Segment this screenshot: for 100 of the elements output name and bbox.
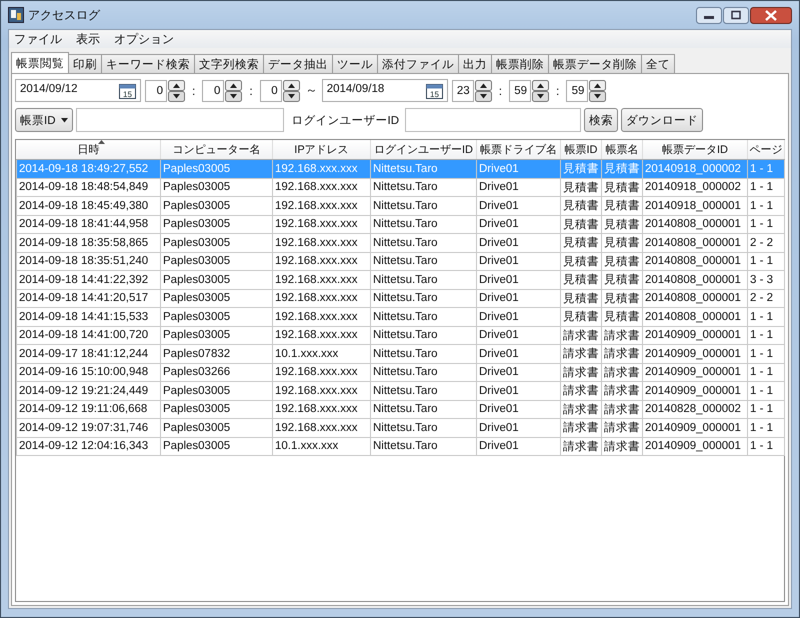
table-row[interactable]: 2014-09-18 18:41:44,958 Paples03005 192.168.xxx.xxx Nittetsu.Taro Drive01 見積書 見積書 20140808_000001 1 - 1	[16, 215, 784, 234]
table-cell: Drive01	[476, 178, 560, 196]
spinner-icon[interactable]	[168, 80, 185, 102]
column-header[interactable]: ログインユーザーID	[370, 140, 476, 160]
table-cell: Drive01	[476, 363, 560, 382]
tab[interactable]: 帳票データ削除	[548, 54, 642, 73]
table-row[interactable]: 2014-09-18 18:35:58,865 Paples03005 192.168.xxx.xxx Nittetsu.Taro Drive01 見積書 見積書 20140808_000001 2 - 2	[16, 234, 784, 252]
table-row[interactable]: 2014-09-18 14:41:20,517 Paples03005 192.168.xxx.xxx Nittetsu.Taro Drive01 見積書 見積書 20140808_000001 2 - 2	[16, 289, 784, 308]
table-row[interactable]: 2014-09-18 14:41:22,392 Paples03005 192.168.xxx.xxx Nittetsu.Taro Drive01 見積書 見積書 20140808_000001 3 - 3	[16, 270, 784, 289]
spinner-icon[interactable]	[589, 80, 606, 102]
table-cell: 請求書	[602, 382, 642, 400]
table-cell: Paples03005	[160, 270, 272, 289]
time-separator: :	[248, 84, 254, 98]
calendar-icon[interactable]: 15	[426, 82, 443, 98]
table-cell: Drive01	[476, 326, 560, 344]
column-header[interactable]: IPアドレス	[272, 140, 370, 160]
table-cell: 20140909_000001	[642, 344, 748, 363]
table-row[interactable]: 2014-09-18 14:41:00,720 Paples03005 192.168.xxx.xxx Nittetsu.Taro Drive01 請求書 請求書 20140909_000001 1 - 1	[16, 326, 784, 344]
spinner-icon[interactable]	[225, 80, 242, 102]
tab[interactable]: データ抽出	[263, 54, 333, 73]
close-icon[interactable]	[750, 7, 792, 24]
number-field[interactable]: 59	[566, 80, 588, 102]
download-button[interactable]: ダウンロード	[621, 108, 703, 132]
table-cell: 請求書	[602, 418, 642, 437]
maximize-icon[interactable]	[723, 7, 749, 24]
table-cell: 20140909_000001	[642, 418, 748, 437]
tab[interactable]: キーワード検索	[101, 54, 195, 73]
table-row[interactable]: 2014-09-18 18:35:51,240 Paples03005 192.168.xxx.xxx Nittetsu.Taro Drive01 見積書 見積書 20140808_000001 1 - 1	[16, 252, 784, 270]
table-row[interactable]: 2014-09-12 19:07:31,746 Paples03005 192.168.xxx.xxx Nittetsu.Taro Drive01 請求書 請求書 20140909_000001 1 - 1	[16, 418, 784, 437]
table-cell: 2014-09-16 15:10:00,948	[16, 363, 160, 382]
spinner-icon[interactable]	[532, 80, 550, 102]
table-row[interactable]: 2014-09-16 15:10:00,948 Paples03266 192.168.xxx.xxx Nittetsu.Taro Drive01 請求書 請求書 20140909_000001 1 - 1	[16, 363, 784, 382]
table-cell: 20140918_000002	[642, 178, 748, 196]
tab[interactable]: 出力	[458, 54, 492, 73]
table-row[interactable]: 2014-09-12 19:21:24,449 Paples03005 192.168.xxx.xxx Nittetsu.Taro Drive01 請求書 請求書 20140909_000001 1 - 1	[16, 382, 784, 400]
menu-item[interactable]: 表示	[76, 30, 100, 48]
tab[interactable]: 全て	[641, 54, 675, 73]
table-cell: Drive01	[476, 289, 560, 308]
tab[interactable]: ツール	[332, 54, 378, 73]
table-cell: 2014-09-17 18:41:12,244	[16, 344, 160, 363]
table-cell: 請求書	[602, 400, 642, 418]
table-cell: 20140808_000001	[642, 270, 748, 289]
table-cell: 192.168.xxx.xxx	[272, 400, 370, 418]
column-header[interactable]: 帳票ID	[560, 140, 602, 160]
column-header[interactable]: 帳票ドライブ名	[476, 140, 560, 160]
table-cell: Drive01	[476, 160, 560, 178]
table-cell: Nittetsu.Taro	[370, 234, 476, 252]
number-field[interactable]: 0	[260, 80, 282, 102]
minimize-icon[interactable]	[696, 7, 722, 24]
spinner-icon[interactable]	[282, 80, 300, 102]
column-header[interactable]: 帳票データID	[642, 140, 748, 160]
table-cell: Paples03005	[160, 215, 272, 234]
date-field[interactable]: 2014/09/12 15	[15, 79, 141, 102]
table-row[interactable]: 2014-09-18 18:45:49,380 Paples03005 192.168.xxx.xxx Nittetsu.Taro Drive01 見積書 見積書 20140918_000001 1 - 1	[16, 196, 784, 215]
table-cell: 20140808_000001	[642, 215, 748, 234]
tab[interactable]: 帳票閲覧	[11, 52, 69, 73]
table-cell: 見積書	[560, 252, 602, 270]
table-cell: 2014-09-18 18:45:49,380	[16, 196, 160, 215]
tab[interactable]: 印刷	[68, 54, 102, 73]
table-cell: Drive01	[476, 400, 560, 418]
number-field[interactable]: 0	[145, 80, 167, 102]
table-cell: 請求書	[560, 418, 602, 437]
column-header[interactable]: 帳票名	[602, 140, 642, 160]
table-row[interactable]: 2014-09-18 14:41:15,533 Paples03005 192.168.xxx.xxx Nittetsu.Taro Drive01 見積書 見積書 20140808_000001 1 - 1	[16, 308, 784, 326]
table-cell: 1 - 1	[748, 160, 784, 178]
table-cell: 見積書	[560, 308, 602, 326]
table-cell: Drive01	[476, 382, 560, 400]
table-cell: 2014-09-12 19:07:31,746	[16, 418, 160, 437]
number-field[interactable]: 23	[452, 80, 474, 102]
date-field[interactable]: 2014/09/18 15	[322, 79, 448, 102]
table-cell: Nittetsu.Taro	[370, 382, 476, 400]
tab[interactable]: 文字列検索	[194, 54, 264, 73]
menu-item[interactable]: ファイル	[14, 30, 62, 48]
table-row[interactable]: 2014-09-12 12:04:16,343 Paples03005 10.1.xxx.xxx Nittetsu.Taro Drive01 請求書 請求書 20140909_000001 1 - 1	[16, 437, 784, 456]
calendar-icon[interactable]: 15	[119, 82, 136, 98]
table-cell: 2 - 2	[748, 289, 784, 308]
tab[interactable]: 帳票削除	[491, 54, 549, 73]
column-header[interactable]: ページ	[748, 140, 784, 160]
input-field[interactable]	[76, 108, 284, 132]
input-field[interactable]	[405, 108, 581, 132]
tab[interactable]: 添付ファイル	[377, 54, 459, 73]
column-header[interactable]: コンピューター名	[160, 140, 272, 160]
table-cell: 2014-09-18 18:48:54,849	[16, 178, 160, 196]
table-row[interactable]: 2014-09-12 19:11:06,668 Paples03005 192.168.xxx.xxx Nittetsu.Taro Drive01 請求書 請求書 20140828_000002 1 - 1	[16, 400, 784, 418]
search-button[interactable]: 検索	[584, 108, 618, 132]
dropdown-button[interactable]: 帳票ID	[15, 108, 72, 132]
window-title: アクセスログ	[28, 6, 100, 24]
number-field[interactable]: 59	[509, 80, 532, 102]
table-cell: Nittetsu.Taro	[370, 270, 476, 289]
caret-icon	[60, 118, 68, 122]
spinner-icon[interactable]	[474, 80, 492, 102]
number-field[interactable]: 0	[202, 80, 224, 102]
table-cell: Paples03005	[160, 326, 272, 344]
table-cell: 192.168.xxx.xxx	[272, 289, 370, 308]
table-cell: 192.168.xxx.xxx	[272, 363, 370, 382]
column-header[interactable]: 日時	[16, 140, 160, 160]
table-row[interactable]: 2014-09-18 18:48:54,849 Paples03005 192.168.xxx.xxx Nittetsu.Taro Drive01 見積書 見積書 20140918_000002 1 - 1	[16, 178, 784, 196]
table-cell: Drive01	[476, 344, 560, 363]
table-row[interactable]: 2014-09-17 18:41:12,244 Paples07832 10.1.xxx.xxx Nittetsu.Taro Drive01 請求書 請求書 20140909_000001 1 - 1	[16, 344, 784, 363]
menu-item[interactable]: オプション	[114, 30, 174, 48]
